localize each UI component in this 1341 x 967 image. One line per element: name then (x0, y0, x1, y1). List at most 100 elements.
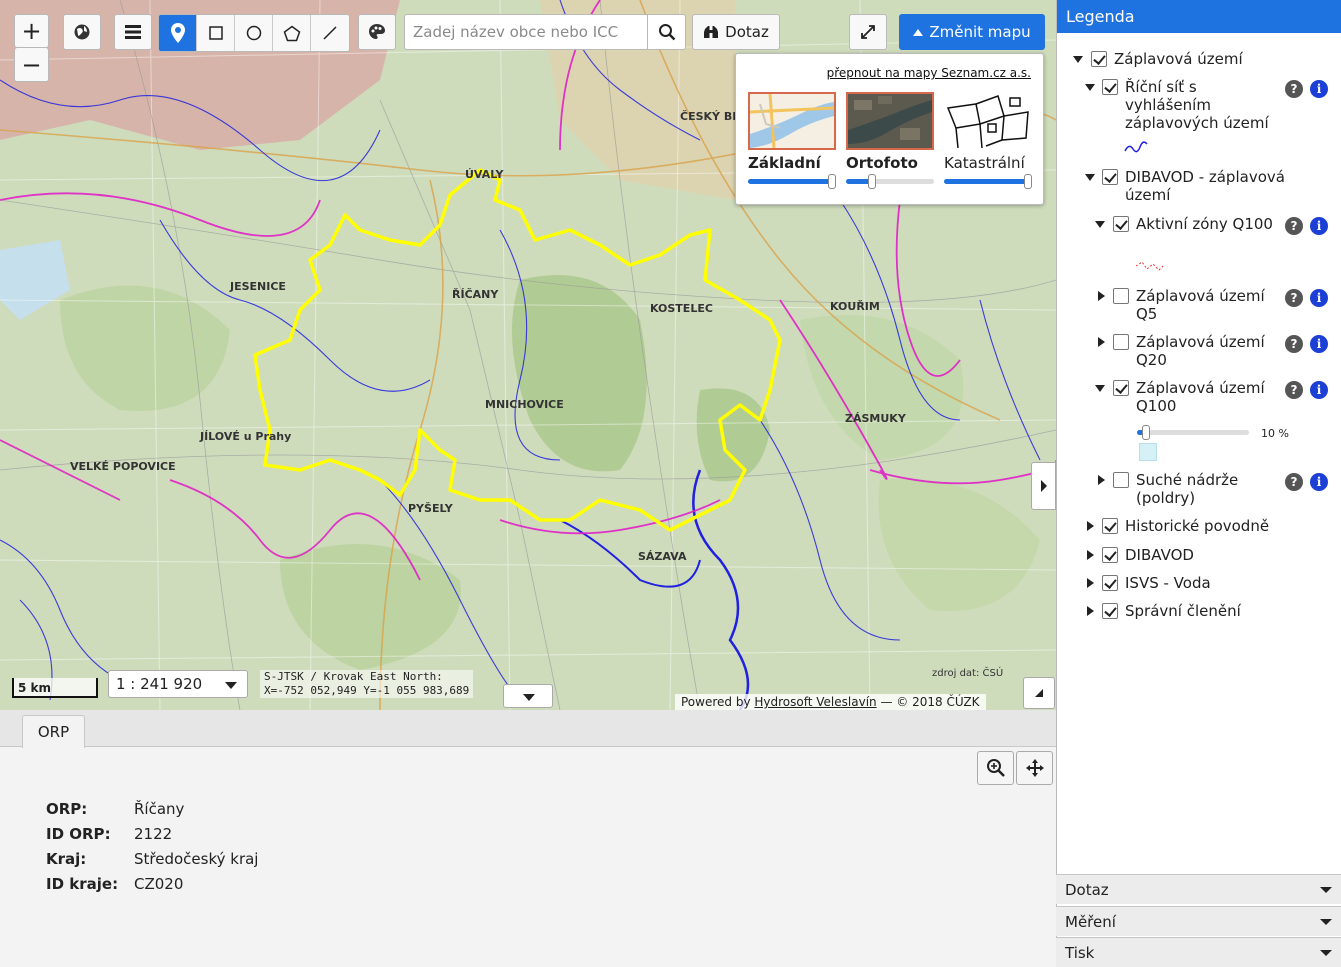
expand-toggle-icon[interactable] (1073, 56, 1083, 63)
help-icon[interactable]: ? (1285, 335, 1303, 353)
tab-orp[interactable]: ORP (22, 715, 85, 748)
legend-item-zu-q5: Záplavová území Q5 (1136, 287, 1265, 323)
checkbox-suche-nadrze[interactable] (1113, 472, 1129, 488)
zoom-out-button[interactable]: − (14, 48, 49, 82)
checkbox-ricni-sit[interactable] (1102, 79, 1118, 95)
basemap-ortofoto[interactable]: Ortofoto (846, 92, 934, 189)
legend-item-zu-q100: Záplavová území Q100 (1136, 379, 1265, 415)
map-place-label: ŘÍČANY (452, 288, 499, 301)
accordion-dotaz-label: Dotaz (1065, 881, 1109, 899)
checkbox-spravni[interactable] (1102, 603, 1118, 619)
active-zone-symbol-icon (1135, 261, 1165, 271)
legend-item-aktivni-zony: Aktivní zóny Q100 (1136, 215, 1273, 233)
binoculars-icon (704, 26, 719, 38)
style-button[interactable] (358, 14, 396, 50)
rectangle-tool[interactable] (197, 15, 235, 51)
pan-to-feature-button[interactable] (1016, 751, 1053, 785)
expand-toggle-icon[interactable] (1087, 521, 1094, 531)
checkbox-zu-q20[interactable] (1113, 334, 1129, 350)
expand-toggle-icon[interactable] (1085, 84, 1095, 91)
legend-collapse-button[interactable] (1031, 462, 1056, 510)
checkbox-isvs[interactable] (1102, 575, 1118, 591)
coords-toggle-button[interactable] (503, 684, 553, 708)
basemap-ortofoto-thumb[interactable] (846, 92, 934, 150)
basemap-zakladni-thumb[interactable] (748, 92, 836, 150)
line-tool[interactable] (311, 15, 349, 51)
info-tab-bar: ORP (0, 710, 1056, 748)
circle-tool[interactable] (235, 15, 273, 51)
checkbox-dibavod-zu[interactable] (1102, 169, 1118, 185)
basemap-zakladni[interactable]: Základní (748, 92, 836, 189)
chevron-right-icon (1040, 480, 1047, 492)
basemap-katastralni-thumb[interactable] (944, 92, 1032, 150)
basemap-panel: přepnout na mapy Seznam.cz a.s. Základní… (735, 53, 1044, 205)
map-view[interactable]: JESENICE ŘÍČANY KOSTELEC MNICHOVICE JÍLOVÉ u… (0, 0, 1056, 710)
scale-select[interactable]: 1 : 241 920 (108, 670, 248, 698)
globe-button[interactable] (63, 14, 101, 50)
help-icon[interactable]: ? (1285, 217, 1303, 235)
legend-item-spravni: Správní členění (1125, 602, 1241, 620)
expand-toggle-icon[interactable] (1098, 337, 1105, 347)
overview-toggle-button[interactable] (1023, 677, 1055, 709)
accordion-mereni[interactable]: Měření (1056, 906, 1341, 936)
expand-toggle-icon[interactable] (1095, 221, 1105, 228)
search-button[interactable] (647, 15, 685, 49)
expand-toggle-icon[interactable] (1095, 385, 1105, 392)
scale-select-value: 1 : 241 920 (116, 675, 203, 693)
info-icon[interactable]: i (1310, 217, 1328, 235)
expand-toggle-icon[interactable] (1087, 606, 1094, 616)
info-value: CZ020 (134, 875, 184, 893)
polygon-tool[interactable] (273, 15, 311, 51)
legend-panel: Legenda Záplavová území Říční síť s vyhl… (1056, 0, 1341, 967)
checkbox-historicke[interactable] (1102, 518, 1118, 534)
legend-title[interactable]: Legenda (1057, 0, 1341, 33)
accordion-tisk-label: Tisk (1065, 944, 1095, 962)
info-value: Středočeský kraj (134, 850, 259, 868)
point-tool[interactable] (159, 15, 197, 51)
query-button[interactable]: Dotaz (692, 14, 780, 50)
opacity-value: 10 % (1261, 427, 1289, 440)
basemap-ortofoto-opacity[interactable] (846, 174, 934, 189)
expand-toggle-icon[interactable] (1098, 475, 1105, 485)
info-row: ID kraje: CZ020 (46, 875, 258, 900)
layers-button[interactable] (114, 14, 152, 50)
accordion-tisk[interactable]: Tisk (1056, 937, 1341, 967)
checkbox-dibavod[interactable] (1102, 547, 1118, 563)
expand-toggle-icon[interactable] (1087, 578, 1094, 588)
info-icon[interactable]: i (1310, 80, 1328, 98)
fullscreen-button[interactable] (849, 14, 887, 50)
seznam-link[interactable]: přepnout na mapy Seznam.cz a.s. (827, 66, 1031, 80)
map-place-label: JESENICE (229, 280, 286, 293)
checkbox-zu-q5[interactable] (1113, 288, 1129, 304)
expand-toggle-icon[interactable] (1087, 550, 1094, 560)
info-icon[interactable]: i (1310, 381, 1328, 399)
map-place-label: KOSTELEC (650, 302, 713, 315)
change-map-button[interactable]: Změnit mapu (899, 14, 1045, 50)
basemap-zakladni-opacity[interactable] (748, 174, 836, 189)
basemap-katastralni-opacity[interactable] (944, 174, 1032, 189)
info-icon[interactable]: i (1310, 473, 1328, 491)
info-icon[interactable]: i (1310, 335, 1328, 353)
q100-symbol (1139, 443, 1157, 461)
accordion-dotaz[interactable]: Dotaz (1056, 874, 1341, 904)
basemap-katastralni[interactable]: Katastrální (944, 92, 1032, 189)
help-icon[interactable]: ? (1285, 289, 1303, 307)
checkbox-zaplavova-uzemi[interactable] (1091, 51, 1107, 67)
zoom-in-button[interactable]: + (14, 14, 49, 48)
info-row: ID ORP: 2122 (46, 825, 258, 850)
map-place-label: SÁZAVA (638, 550, 687, 563)
expand-toggle-icon[interactable] (1098, 291, 1105, 301)
coordinates-readout: S-JTSK / Krovak East North: X=-752 052,9… (260, 670, 474, 698)
opacity-slider-knob[interactable] (1142, 425, 1150, 440)
checkbox-zu-q100[interactable] (1113, 380, 1129, 396)
opacity-slider[interactable] (1137, 425, 1249, 440)
help-icon[interactable]: ? (1285, 381, 1303, 399)
info-icon[interactable]: i (1310, 289, 1328, 307)
expand-toggle-icon[interactable] (1085, 174, 1095, 181)
zoom-to-feature-button[interactable] (977, 751, 1014, 785)
help-icon[interactable]: ? (1285, 80, 1303, 98)
search-input[interactable] (405, 15, 647, 49)
checkbox-aktivni-zony[interactable] (1113, 216, 1129, 232)
help-icon[interactable]: ? (1285, 473, 1303, 491)
attribution-link[interactable]: Hydrosoft Veleslavín (754, 695, 876, 709)
